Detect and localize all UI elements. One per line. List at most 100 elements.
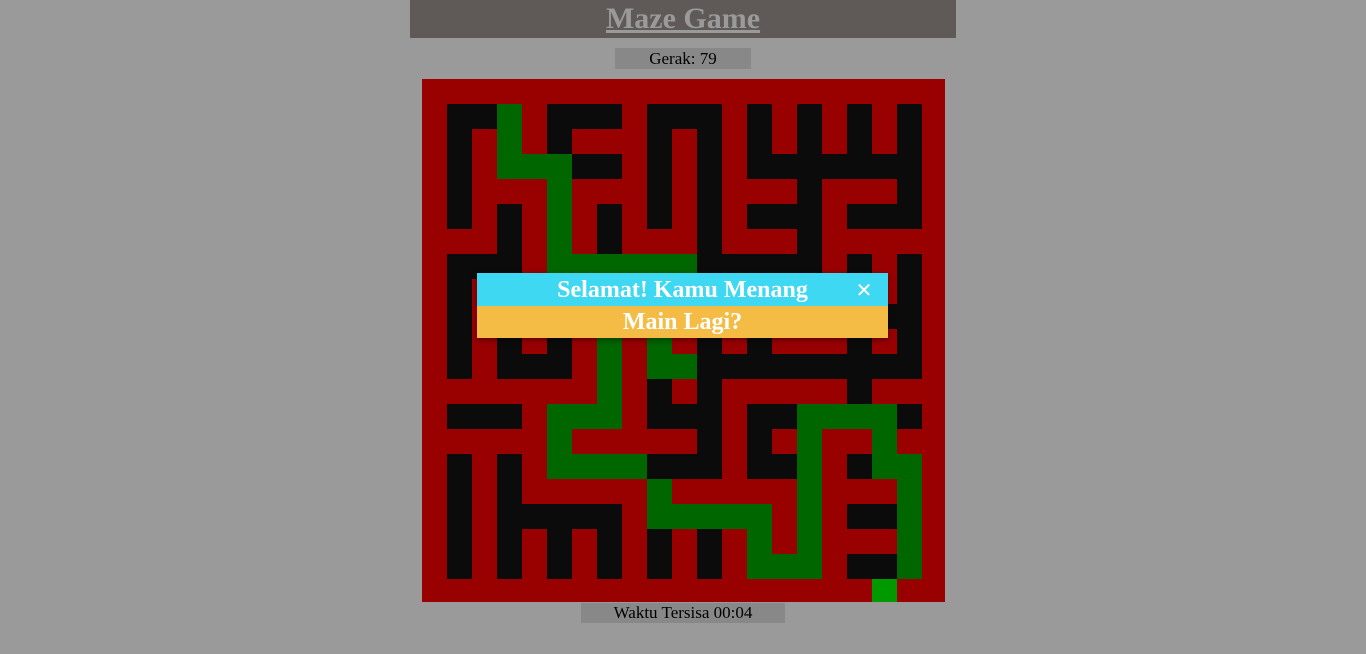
maze-corridor	[447, 279, 472, 304]
maze-wall	[922, 179, 945, 204]
maze-wall	[922, 279, 945, 304]
maze-corridor	[697, 404, 722, 429]
maze-wall	[722, 154, 747, 179]
maze-path	[547, 179, 572, 204]
maze-wall	[897, 229, 922, 254]
maze-wall	[522, 404, 547, 429]
maze-wall	[622, 504, 647, 529]
maze-path	[797, 529, 822, 554]
maze-wall	[497, 379, 522, 404]
page-title: Maze Game	[605, 2, 761, 35]
maze-corridor	[872, 354, 897, 379]
maze-corridor	[847, 204, 872, 229]
maze-corridor	[447, 479, 472, 504]
maze-wall	[522, 79, 547, 104]
close-icon[interactable]: ✕	[854, 279, 874, 301]
maze-corridor	[472, 404, 497, 429]
maze-wall	[422, 204, 447, 229]
maze-wall	[672, 79, 697, 104]
maze-corridor	[697, 104, 722, 129]
maze-corridor	[722, 354, 747, 379]
maze-path	[672, 354, 697, 379]
maze-wall	[472, 379, 497, 404]
maze-corridor	[697, 379, 722, 404]
maze-wall	[872, 529, 897, 554]
maze-corridor	[697, 129, 722, 154]
maze-wall	[522, 179, 547, 204]
maze-wall	[622, 79, 647, 104]
maze-wall	[422, 79, 447, 104]
maze-path	[797, 554, 822, 579]
maze-wall	[547, 479, 572, 504]
maze-corridor	[897, 129, 922, 154]
maze-wall	[422, 479, 447, 504]
maze-corridor	[772, 154, 797, 179]
maze-wall	[472, 554, 497, 579]
maze-wall	[672, 554, 697, 579]
maze-corridor	[547, 529, 572, 554]
maze-wall	[422, 179, 447, 204]
maze-wall	[422, 529, 447, 554]
maze-corridor	[747, 404, 772, 429]
maze-wall	[497, 579, 522, 602]
maze-wall	[672, 204, 697, 229]
maze-path	[497, 129, 522, 154]
maze-path	[747, 529, 772, 554]
maze-corridor	[847, 129, 872, 154]
maze-corridor	[547, 554, 572, 579]
maze-wall	[922, 154, 945, 179]
maze-wall	[422, 229, 447, 254]
maze-wall	[422, 579, 447, 602]
maze-path	[797, 504, 822, 529]
maze-wall	[447, 229, 472, 254]
maze-corridor	[572, 104, 597, 129]
maze-wall	[772, 579, 797, 602]
maze-corridor	[822, 154, 847, 179]
play-again-button[interactable]: Main Lagi?	[477, 306, 888, 338]
maze-corridor	[672, 404, 697, 429]
maze-path	[897, 454, 922, 479]
maze-wall	[922, 229, 945, 254]
maze-wall	[622, 179, 647, 204]
maze-wall	[422, 254, 447, 279]
maze-wall	[922, 79, 945, 104]
maze-wall	[472, 79, 497, 104]
maze-wall	[572, 354, 597, 379]
maze-wall	[447, 579, 472, 602]
maze-wall	[622, 379, 647, 404]
maze-wall	[847, 479, 872, 504]
move-counter: Gerak: 79	[615, 48, 751, 69]
maze-wall	[897, 379, 922, 404]
maze-wall	[772, 529, 797, 554]
maze-path	[747, 554, 772, 579]
maze-corridor	[597, 154, 622, 179]
maze-corridor	[647, 179, 672, 204]
maze-wall	[572, 379, 597, 404]
maze-wall	[572, 79, 597, 104]
maze-wall	[622, 104, 647, 129]
maze-wall	[722, 579, 747, 602]
maze-path	[622, 454, 647, 479]
maze-wall	[422, 554, 447, 579]
maze-corridor	[547, 504, 572, 529]
maze-corridor	[747, 104, 772, 129]
maze-wall	[472, 429, 497, 454]
maze-corridor	[497, 354, 522, 379]
maze-wall	[672, 529, 697, 554]
maze-wall	[422, 354, 447, 379]
maze-wall	[822, 554, 847, 579]
maze-corridor	[447, 504, 472, 529]
maze-wall	[922, 354, 945, 379]
maze-wall	[672, 429, 697, 454]
maze-wall	[697, 579, 722, 602]
maze-path	[797, 454, 822, 479]
maze-path	[572, 454, 597, 479]
maze-wall	[572, 554, 597, 579]
maze-corridor	[847, 379, 872, 404]
maze-corridor	[497, 529, 522, 554]
maze-path	[872, 454, 897, 479]
maze-corridor	[797, 179, 822, 204]
maze-wall	[597, 179, 622, 204]
maze-corridor	[797, 154, 822, 179]
maze-corridor	[447, 454, 472, 479]
